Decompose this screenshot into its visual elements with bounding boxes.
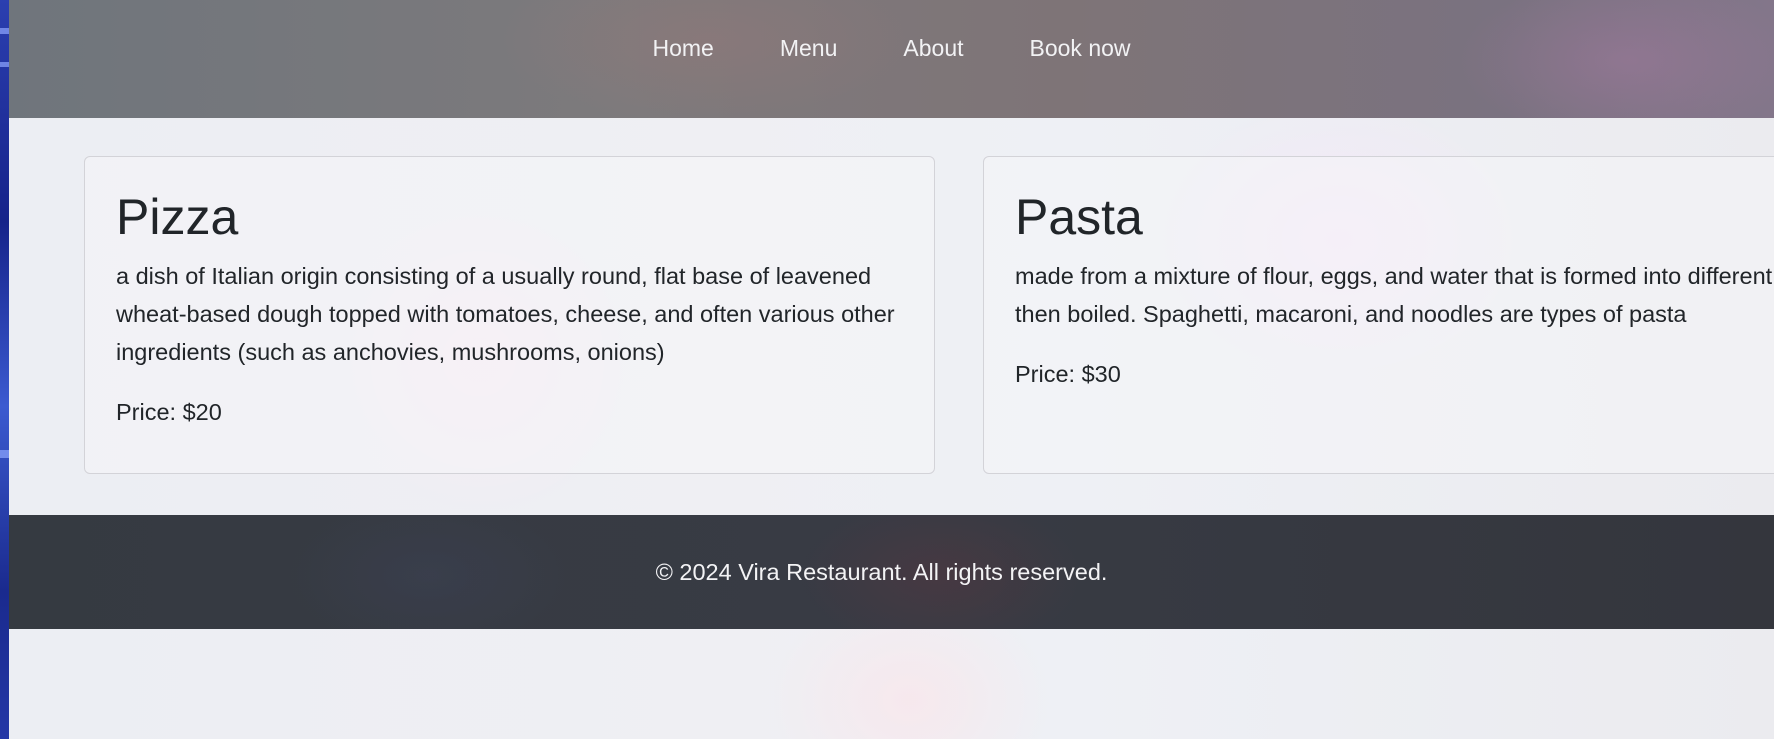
footer-copyright: © 2024 Vira Restaurant. All rights reser… (655, 558, 1108, 585)
menu-card-title: Pasta (1015, 189, 1143, 245)
nav-link-book-now[interactable]: Book now (997, 30, 1164, 66)
desktop-artifact (0, 62, 9, 67)
menu-card-price: Price: $20 (116, 399, 222, 425)
menu-card-pizza: Pizza a dish of Italian origin consistin… (84, 156, 935, 474)
browser-page: Home Menu About Book now Pizza a dish of… (9, 0, 1774, 739)
page-footer: © 2024 Vira Restaurant. All rights reser… (9, 515, 1774, 629)
desktop-artifact (0, 450, 9, 458)
top-navbar: Home Menu About Book now (9, 0, 1774, 118)
nav-link-about[interactable]: About (870, 30, 996, 66)
nav-link-menu[interactable]: Menu (747, 30, 871, 66)
menu-card-price: Price: $30 (1015, 361, 1121, 387)
menu-card-title: Pizza (116, 189, 239, 245)
nav-link-home[interactable]: Home (619, 30, 746, 66)
nav-links: Home Menu About Book now (9, 30, 1774, 66)
menu-card-description: made from a mixture of flour, eggs, and … (1015, 263, 1774, 327)
menu-card-pasta: Pasta made from a mixture of flour, eggs… (983, 156, 1774, 474)
desktop-artifact (0, 28, 9, 34)
menu-card-description: a dish of Italian origin consisting of a… (116, 263, 895, 365)
desktop-background-strip (0, 0, 9, 739)
